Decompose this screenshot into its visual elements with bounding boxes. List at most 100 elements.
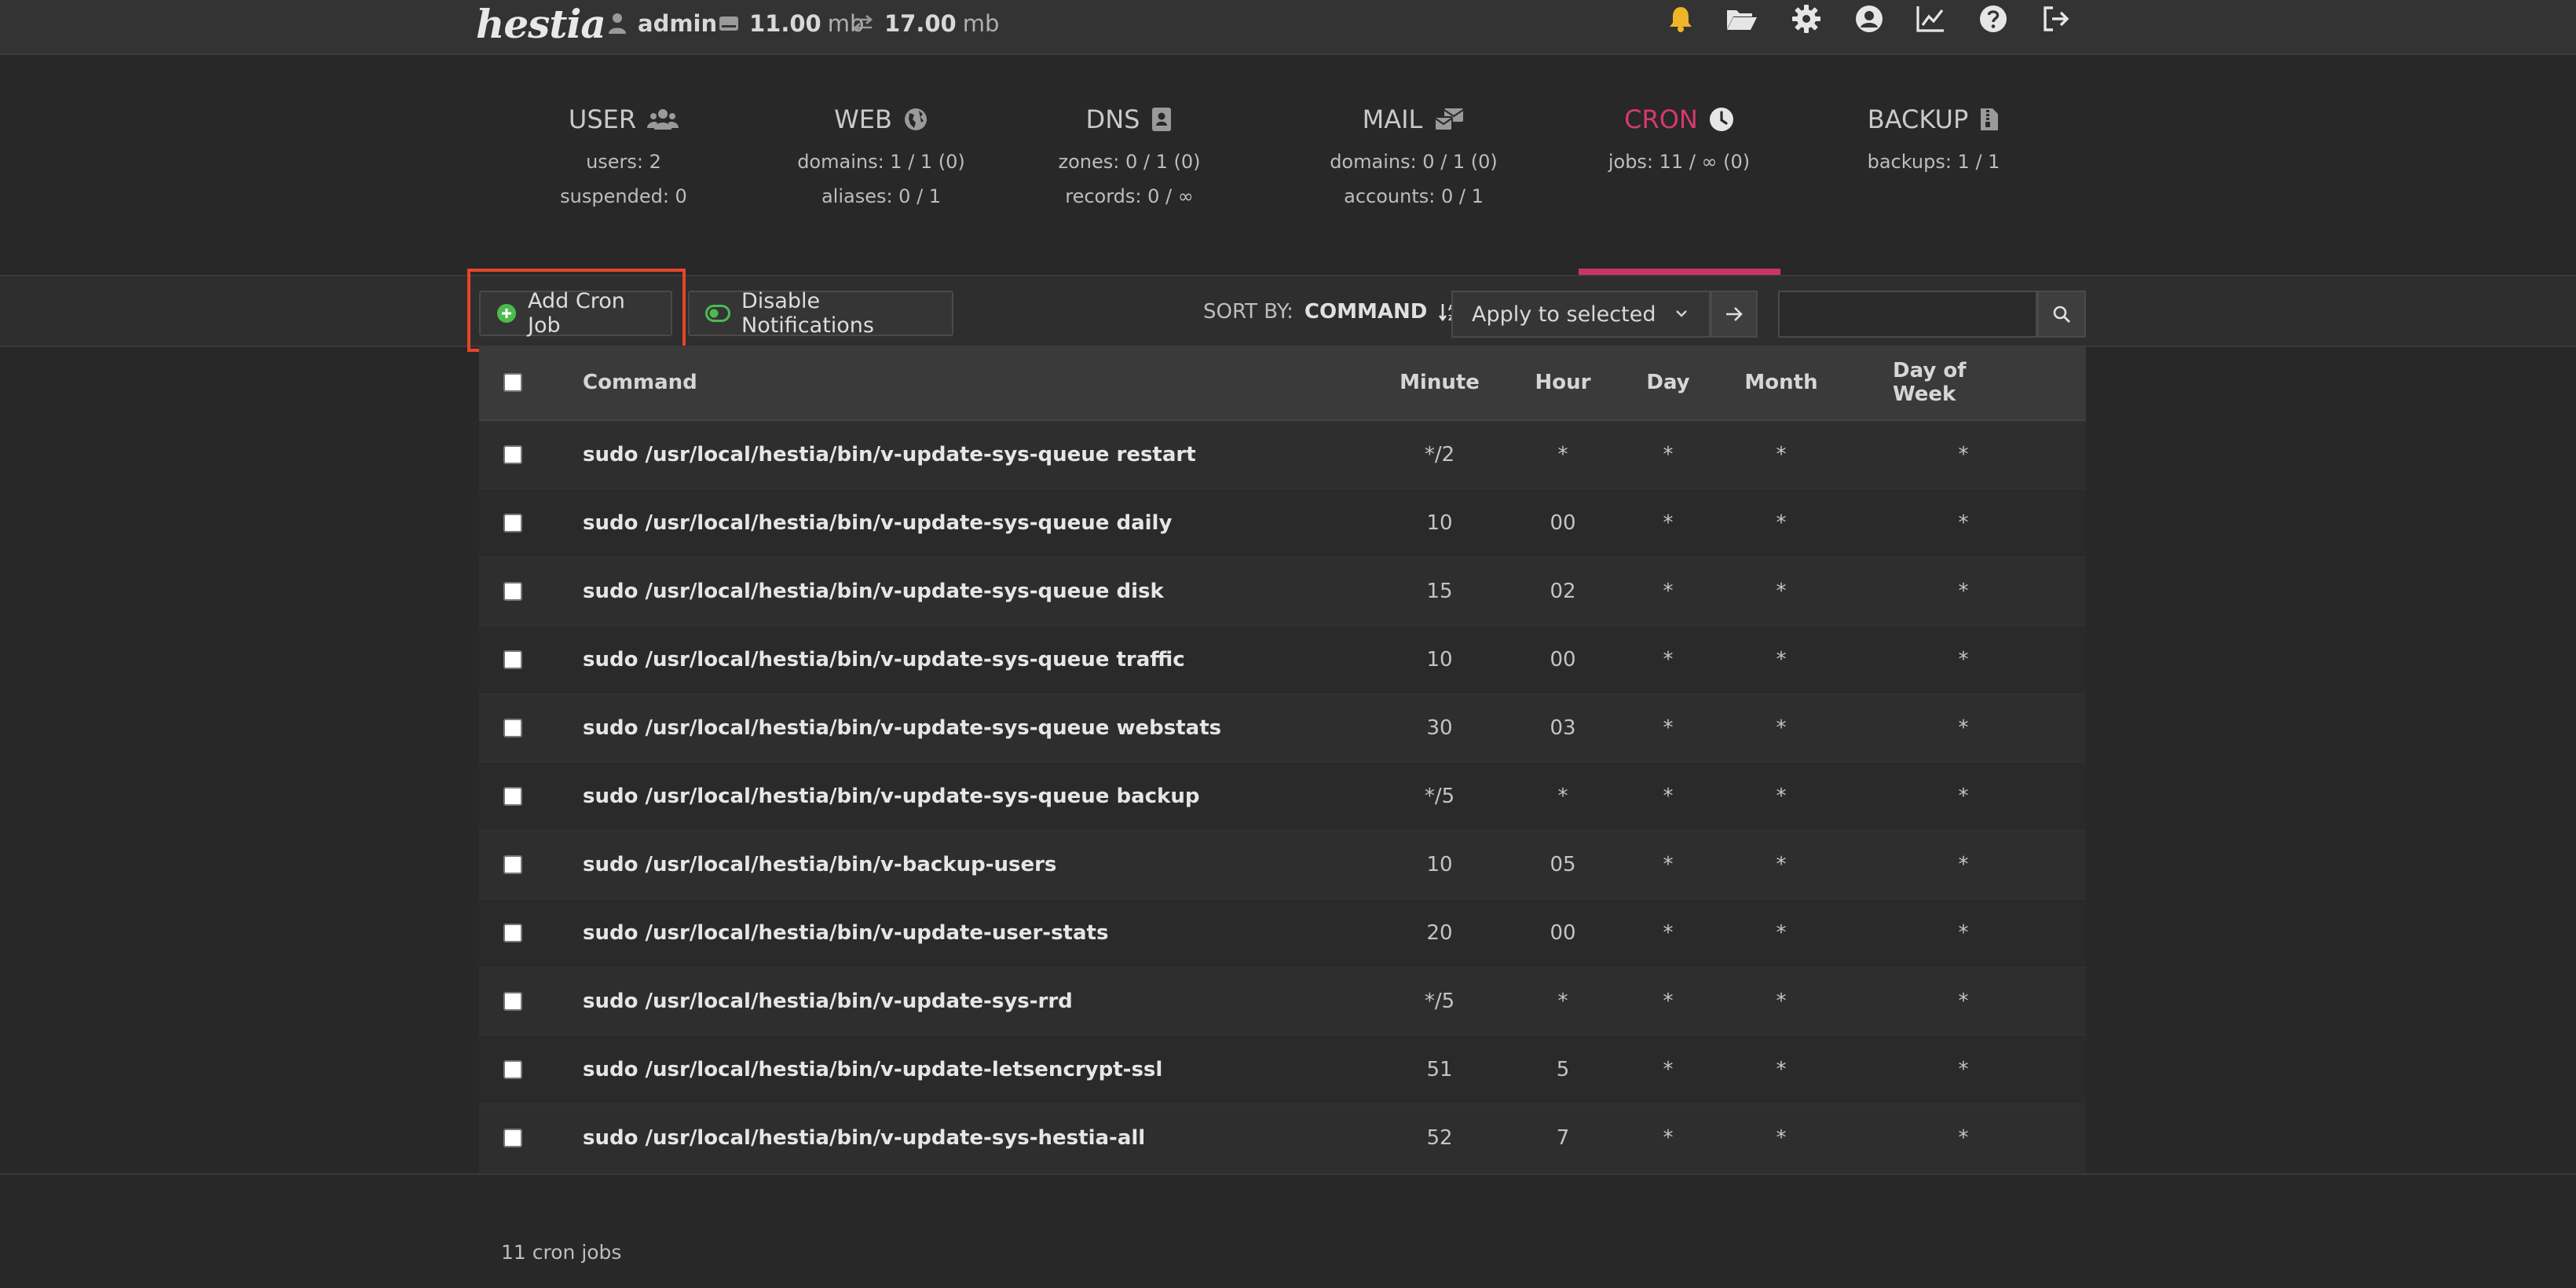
tab-cron[interactable]: CRON jobs: 11 / ∞ (0): [1585, 101, 1773, 171]
row-hour: 00: [1550, 511, 1576, 535]
user-info[interactable]: admin: [606, 8, 717, 39]
row-minute: */5: [1424, 990, 1455, 1013]
apply-bulk-action-button[interactable]: [1711, 291, 1758, 338]
table-row[interactable]: sudo /usr/local/hestia/bin/v-update-user…: [479, 899, 2086, 968]
row-command[interactable]: sudo /usr/local/hestia/bin/v-update-sys-…: [583, 558, 1164, 625]
tab-backup[interactable]: BACKUP backups: 1 / 1: [1839, 101, 2028, 171]
toolbar: Add Cron Job Disable Notifications SORT …: [0, 275, 2576, 347]
row-month: *: [1776, 1126, 1787, 1150]
row-day-of-week: *: [1958, 1058, 1969, 1081]
server-settings-gear-icon[interactable]: [1787, 0, 1825, 38]
bandwidth-usage: 17.00 mb: [851, 8, 999, 39]
user-account-circle-icon[interactable]: [1850, 0, 1888, 38]
row-day: *: [1663, 443, 1674, 467]
disk-usage: 11.00 mb: [718, 8, 864, 39]
footer-divider: [0, 1173, 2576, 1175]
row-command[interactable]: sudo /usr/local/hestia/bin/v-update-sys-…: [583, 489, 1172, 557]
table-row[interactable]: sudo /usr/local/hestia/bin/v-backup-user…: [479, 831, 2086, 899]
tab-dns[interactable]: DNS zones: 0 / 1 (0) records: 0 / ∞: [1035, 101, 1224, 206]
table-row[interactable]: sudo /usr/local/hestia/bin/v-update-sys-…: [479, 421, 2086, 489]
search-button[interactable]: [2037, 291, 2086, 338]
row-hour: 00: [1550, 921, 1576, 945]
row-month: *: [1776, 648, 1787, 671]
row-command[interactable]: sudo /usr/local/hestia/bin/v-update-sys-…: [583, 763, 1199, 830]
username: admin: [638, 10, 718, 37]
stat-accounts: accounts: 0 / 1: [1344, 185, 1484, 207]
row-month: *: [1776, 921, 1787, 945]
row-minute: 52: [1426, 1126, 1453, 1150]
user-icon: [606, 12, 628, 35]
table-row[interactable]: sudo /usr/local/hestia/bin/v-update-sys-…: [479, 558, 2086, 626]
add-cron-job-button[interactable]: Add Cron Job: [479, 289, 672, 338]
row-checkbox[interactable]: [503, 992, 522, 1011]
tab-title: CRON: [1624, 104, 1698, 134]
bulk-action-select[interactable]: Apply to selected: [1451, 291, 1711, 338]
statistics-chart-line-icon[interactable]: [1912, 0, 1949, 38]
table-row[interactable]: sudo /usr/local/hestia/bin/v-update-sys-…: [479, 489, 2086, 558]
row-command[interactable]: sudo /usr/local/hestia/bin/v-update-sys-…: [583, 421, 1196, 488]
table-row[interactable]: sudo /usr/local/hestia/bin/v-update-lets…: [479, 1036, 2086, 1104]
notifications-bell-icon[interactable]: [1662, 0, 1700, 38]
tab-user[interactable]: USER users: 2 suspended: 0: [529, 101, 718, 206]
toggle-on-icon: [705, 305, 730, 322]
table-row[interactable]: sudo /usr/local/hestia/bin/v-update-sys-…: [479, 626, 2086, 694]
table-row[interactable]: sudo /usr/local/hestia/bin/v-update-sys-…: [479, 968, 2086, 1036]
tab-title: BACKUP: [1867, 104, 1969, 134]
header-day: Day: [1646, 371, 1690, 394]
row-command[interactable]: sudo /usr/local/hestia/bin/v-update-lets…: [583, 1036, 1162, 1103]
arrow-right-icon: [1724, 306, 1744, 323]
row-checkbox[interactable]: [503, 719, 522, 737]
row-minute: 10: [1426, 853, 1453, 876]
row-command[interactable]: sudo /usr/local/hestia/bin/v-update-user…: [583, 899, 1108, 967]
logout-icon[interactable]: [2037, 0, 2075, 38]
row-checkbox[interactable]: [503, 1129, 522, 1147]
row-checkbox[interactable]: [503, 924, 522, 942]
tab-mail[interactable]: MAIL domains: 0 / 1 (0) accounts: 0 / 1: [1319, 101, 1508, 206]
file-zipper-icon: [1979, 107, 2000, 132]
help-question-circle-icon[interactable]: [1974, 0, 2012, 38]
plus-circle-icon: [496, 303, 517, 324]
active-tab-indicator: [1579, 269, 1780, 275]
tab-web[interactable]: WEB domains: 1 / 1 (0) aliases: 0 / 1: [787, 101, 975, 206]
row-checkbox[interactable]: [503, 445, 522, 464]
bandwidth-value: 17.00: [884, 10, 957, 37]
row-day: *: [1663, 716, 1674, 740]
header-minute: Minute: [1400, 371, 1480, 394]
row-day-of-week: *: [1958, 443, 1969, 467]
sort-control[interactable]: SORT BY: COMMAND AZ: [1203, 300, 1458, 324]
search-icon: [2052, 305, 2071, 324]
row-checkbox[interactable]: [503, 582, 522, 601]
row-checkbox[interactable]: [503, 650, 522, 669]
row-checkbox[interactable]: [503, 787, 522, 806]
row-command[interactable]: sudo /usr/local/hestia/bin/v-update-sys-…: [583, 626, 1185, 693]
sort-by-value: COMMAND: [1304, 300, 1428, 324]
stat-users: users: 2: [586, 151, 661, 173]
row-command[interactable]: sudo /usr/local/hestia/bin/v-update-sys-…: [583, 1104, 1145, 1172]
header-command[interactable]: Command: [583, 346, 697, 419]
row-minute: */2: [1424, 443, 1455, 467]
tab-title: MAIL: [1362, 104, 1423, 134]
table-row[interactable]: sudo /usr/local/hestia/bin/v-update-sys-…: [479, 694, 2086, 763]
stat-jobs: jobs: 11 / ∞ (0): [1608, 151, 1751, 173]
header-day-of-week: Day of Week: [1893, 359, 1967, 406]
row-minute: 15: [1426, 580, 1453, 603]
row-checkbox[interactable]: [503, 855, 522, 874]
select-all-checkbox[interactable]: [503, 373, 522, 392]
row-command[interactable]: sudo /usr/local/hestia/bin/v-update-sys-…: [583, 968, 1073, 1035]
table-row[interactable]: sudo /usr/local/hestia/bin/v-update-sys-…: [479, 763, 2086, 831]
row-day-of-week: *: [1958, 648, 1969, 671]
hestia-logo[interactable]: hestia: [476, 0, 606, 47]
row-month: *: [1776, 443, 1787, 467]
row-checkbox[interactable]: [503, 1060, 522, 1079]
row-hour: 7: [1556, 1126, 1570, 1150]
row-command[interactable]: sudo /usr/local/hestia/bin/v-update-sys-…: [583, 694, 1221, 762]
search-input[interactable]: [1778, 291, 2037, 338]
table-row[interactable]: sudo /usr/local/hestia/bin/v-update-sys-…: [479, 1104, 2086, 1173]
bandwidth-unit: mb: [962, 10, 1000, 37]
file-manager-folder-open-icon[interactable]: [1723, 0, 1761, 38]
row-command[interactable]: sudo /usr/local/hestia/bin/v-backup-user…: [583, 831, 1056, 898]
disable-notifications-button[interactable]: Disable Notifications: [688, 289, 953, 338]
stat-domains: domains: 1 / 1 (0): [797, 151, 965, 173]
clock-icon: [1709, 107, 1734, 132]
row-checkbox[interactable]: [503, 514, 522, 532]
